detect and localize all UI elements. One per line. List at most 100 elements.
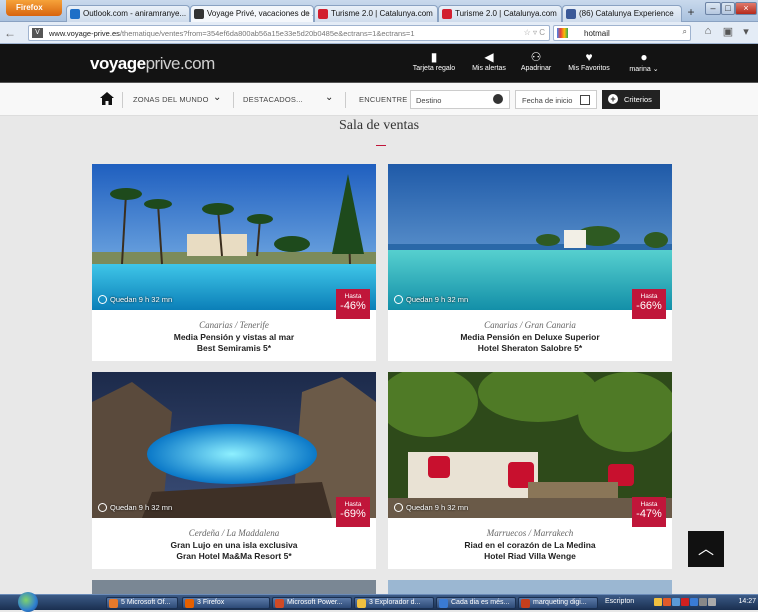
taskbar-item[interactable]: 3 Firefox — [182, 597, 270, 609]
clock-icon — [394, 503, 403, 512]
chevron-down-icon[interactable]: ⌄ — [325, 92, 333, 103]
card-offer: Media Pensión en Deluxe Superior — [460, 332, 600, 342]
taskbar-item[interactable]: Microsoft Power... — [272, 597, 352, 609]
card-offer: Media Pensión y vistas al mar — [173, 332, 295, 342]
header-favorites[interactable]: ♥ Mis Favoritos — [561, 50, 617, 72]
url-domain: www.voyage-prive.es — [49, 29, 120, 38]
search-engine-icon[interactable] — [557, 28, 568, 38]
discount-prefix: Hasta — [344, 293, 362, 300]
chevron-down-icon[interactable]: ⌄ — [213, 92, 221, 103]
card-offer: Gran Lujo en una isla exclusiva — [170, 540, 298, 550]
sale-card[interactable]: Quedan 9 h 32 mn Hasta -46% Canarias / Te… — [92, 164, 376, 361]
card-hotel-name: Hotel Riad Villa Wenge — [484, 551, 576, 561]
taskbar-label: Microsoft Power... — [287, 599, 343, 606]
sale-card[interactable]: Quedan 9 h 32 mn Hasta -69% Cerdeña / La … — [92, 372, 376, 569]
tray-icon[interactable] — [690, 598, 698, 606]
folder-icon — [357, 599, 366, 608]
timer-text: Quedan 9 h 32 mn — [406, 503, 469, 512]
catalunya-icon — [442, 9, 452, 19]
logo-part: voyage — [90, 54, 146, 73]
header-user[interactable]: ● marina ⌄ — [616, 50, 672, 73]
timer-text: Quedan 9 h 32 mn — [110, 295, 173, 304]
back-arrow-icon[interactable]: ← — [4, 26, 18, 40]
bookmark-icon[interactable]: ▣ — [720, 25, 736, 41]
destination-input[interactable]: Destino — [410, 90, 510, 109]
search-icon[interactable]: ⌕ — [683, 27, 687, 37]
browser-tab[interactable]: (86) Catalunya Experience — [562, 5, 682, 22]
discount-value: -47% — [636, 508, 662, 520]
tab-title: Outlook.com - aniramranye... — [83, 9, 187, 18]
firefox-icon — [185, 599, 194, 608]
header-refer[interactable]: ⚇ Apadrinar — [508, 50, 564, 72]
tab-title: Voyage Privé, vacaciones de ... — [207, 9, 314, 18]
volume-icon[interactable] — [708, 598, 716, 606]
header-gift-card[interactable]: ▮ Tarjeta regalo — [406, 50, 462, 72]
desktop-toolbar-label[interactable]: Escripton — [605, 598, 634, 605]
minimize-button[interactable]: – — [705, 2, 721, 15]
menu-chevron-icon[interactable]: ▾ — [738, 25, 754, 41]
taskbar-label: marqueting digi... — [533, 599, 587, 606]
header-item-label: Mis Favoritos — [568, 65, 610, 72]
tab-title: Turisme 2.0 | Catalunya.com — [331, 9, 433, 18]
discount-badge: Hasta -66% — [632, 289, 666, 319]
tray-icon[interactable] — [681, 598, 689, 606]
new-tab-button[interactable]: + — [684, 6, 698, 20]
card-location: Marruecos / Marrakech — [486, 528, 574, 538]
reload-icon[interactable]: ☆ ▿ C — [524, 28, 545, 37]
site-favicon-icon: V — [32, 28, 43, 38]
next-card-photo[interactable] — [388, 580, 672, 594]
hotel-photo — [92, 164, 376, 310]
header-item-label: marina — [629, 66, 651, 73]
start-button[interactable] — [18, 592, 38, 612]
card-hotel-name: Gran Hotel Ma&Ma Resort 5* — [176, 551, 292, 561]
tray-icon[interactable] — [663, 598, 671, 606]
featured-menu[interactable]: DESTACADOS... — [243, 95, 303, 104]
heart-icon: ♥ — [585, 50, 593, 64]
taskbar-item[interactable]: marqueting digi... — [518, 597, 598, 609]
maximize-button[interactable]: □ — [721, 2, 735, 15]
home-icon[interactable]: ⌂ — [700, 25, 716, 41]
close-window-button[interactable]: × — [735, 2, 757, 15]
presentation-icon — [521, 599, 530, 608]
user-icon: ● — [640, 50, 648, 64]
network-icon[interactable] — [699, 598, 707, 606]
taskbar-label: Cada dia es més... — [451, 599, 510, 606]
globe-icon — [493, 94, 503, 104]
card-location: Canarias / Gran Canaria — [484, 320, 576, 330]
next-card-photo[interactable] — [92, 580, 376, 594]
browser-tab[interactable]: Voyage Privé, vacaciones de ... × — [190, 5, 314, 22]
browser-tab[interactable]: Outlook.com - aniramranye... — [66, 5, 190, 22]
firefox-menu-button[interactable]: Firefox — [6, 0, 62, 16]
powerpoint-icon — [275, 599, 284, 608]
tray-icon[interactable] — [672, 598, 680, 606]
sale-card[interactable]: Quedan 9 h 32 mn Hasta -66% Canarias / Gr… — [388, 164, 672, 361]
taskbar-item[interactable]: 5 Microsoft Of... — [106, 597, 178, 609]
tray-icon[interactable] — [654, 598, 662, 606]
hotel-photo — [388, 164, 672, 310]
zones-menu[interactable]: ZONAS DEL MUNDO — [133, 95, 209, 104]
system-tray — [654, 598, 736, 608]
windows-taskbar: 5 Microsoft Of... 3 Firefox Microsoft Po… — [0, 592, 758, 612]
discount-prefix: Hasta — [640, 293, 658, 300]
divider — [233, 92, 234, 108]
criteria-button[interactable]: + Criterios — [602, 90, 660, 109]
home-icon[interactable] — [100, 92, 114, 105]
discount-value: -46% — [340, 300, 366, 312]
discount-badge: Hasta -46% — [336, 289, 370, 319]
search-input[interactable]: hotmail ⌕ — [553, 25, 691, 41]
taskbar-item[interactable]: 3 Explorador d... — [354, 597, 434, 609]
close-tab-icon[interactable]: × — [304, 9, 309, 18]
address-bar[interactable]: V www.voyage-prive.es/thematique/ventes?… — [28, 25, 550, 41]
discount-badge: Hasta -69% — [336, 497, 370, 527]
taskbar-clock[interactable]: 14:27 — [738, 598, 756, 605]
browser-tab[interactable]: Turisme 2.0 | Catalunya.com — [314, 5, 438, 22]
scroll-to-top-button[interactable]: ︿ — [688, 531, 724, 567]
taskbar-item[interactable]: Cada dia es més... — [436, 597, 516, 609]
site-logo[interactable]: voyageprive.com — [90, 54, 215, 74]
document-icon — [439, 599, 448, 608]
sale-card[interactable]: Quedan 9 h 32 mn Hasta -47% Marruecos / M… — [388, 372, 672, 569]
start-date-input[interactable]: Fecha de inicio — [515, 90, 597, 109]
browser-tab[interactable]: Turisme 2.0 | Catalunya.com — [438, 5, 562, 22]
destination-placeholder: Destino — [416, 96, 442, 105]
search-value: hotmail — [584, 29, 610, 38]
